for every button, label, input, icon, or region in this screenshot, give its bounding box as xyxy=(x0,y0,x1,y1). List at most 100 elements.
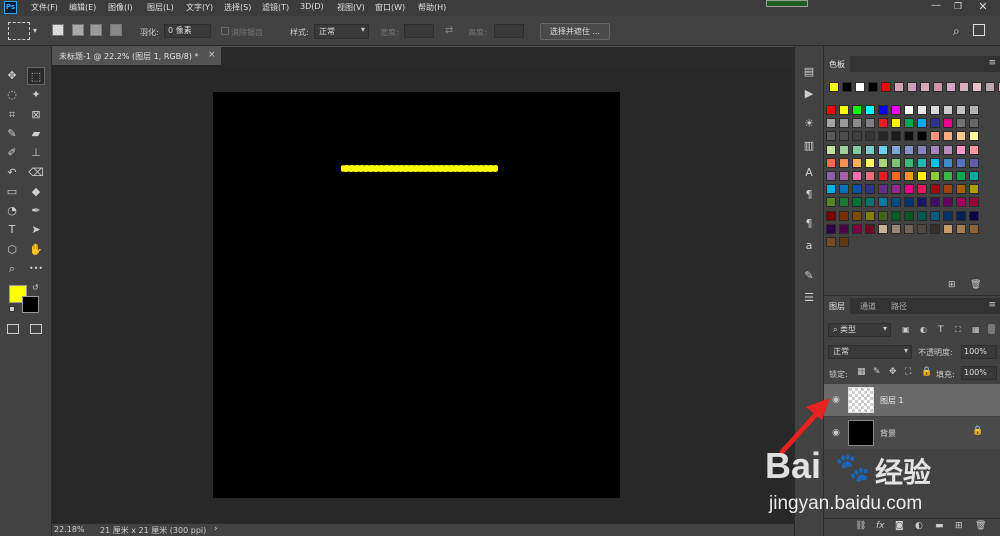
color-swatch[interactable] xyxy=(956,131,966,142)
menu-item[interactable]: 选择(S) xyxy=(224,2,251,13)
layer-filter-select[interactable]: ⌕ 类型 ▾ xyxy=(828,323,891,337)
recent-swatch[interactable] xyxy=(842,82,852,92)
close-tab-icon[interactable]: × xyxy=(208,50,216,60)
color-swatch[interactable] xyxy=(904,197,914,208)
antialias-checkbox[interactable] xyxy=(221,27,229,35)
shape-tool-icon[interactable]: ⬡ xyxy=(3,241,21,259)
color-swatch[interactable] xyxy=(969,144,979,155)
color-swatch[interactable] xyxy=(826,131,836,142)
search-icon[interactable]: ⌕ xyxy=(953,24,960,39)
color-swatch[interactable] xyxy=(956,197,966,208)
color-swatch[interactable] xyxy=(956,157,966,168)
tab-swatches[interactable]: 色板 xyxy=(824,56,850,72)
layer-row-layer1[interactable]: ◉ 图层 1 xyxy=(824,384,1000,416)
style-select[interactable]: 正常 ▾ xyxy=(314,24,369,39)
minimize-icon[interactable]: — xyxy=(930,1,942,13)
crop-tool-icon[interactable]: ⌗ xyxy=(3,106,21,124)
color-swatch[interactable] xyxy=(826,118,836,129)
color-swatch[interactable] xyxy=(865,157,875,168)
color-swatch[interactable] xyxy=(904,184,914,195)
menu-item[interactable]: 编辑(E) xyxy=(69,2,96,13)
color-swatch[interactable] xyxy=(917,105,927,115)
path-select-tool-icon[interactable]: ➤ xyxy=(27,221,45,239)
chevron-down-icon[interactable]: ▾ xyxy=(33,26,37,35)
color-swatch[interactable] xyxy=(904,171,914,181)
move-tool-icon[interactable]: ✥ xyxy=(3,67,21,85)
color-swatch[interactable] xyxy=(826,171,836,181)
recent-swatch[interactable] xyxy=(972,82,982,92)
color-swatch[interactable] xyxy=(891,144,901,155)
color-swatch[interactable] xyxy=(917,131,927,142)
color-swatch[interactable] xyxy=(852,131,862,142)
color-swatch[interactable] xyxy=(852,171,862,181)
color-swatch[interactable] xyxy=(956,223,966,234)
color-swatch[interactable] xyxy=(826,223,836,234)
color-swatch[interactable] xyxy=(930,184,940,195)
zoom-level[interactable]: 22.18% xyxy=(54,525,85,534)
swap-colors-icon[interactable]: ↺ xyxy=(32,283,39,292)
color-swatch[interactable] xyxy=(826,210,836,221)
color-swatch[interactable] xyxy=(956,210,966,221)
color-swatch[interactable] xyxy=(969,171,979,181)
adjustment-filter-icon[interactable]: ◐ xyxy=(920,325,927,334)
color-swatch[interactable] xyxy=(839,157,849,168)
blend-mode-select[interactable]: 正常 ▾ xyxy=(828,345,912,359)
color-swatch[interactable] xyxy=(878,144,888,155)
color-swatch[interactable] xyxy=(917,184,927,195)
color-swatch[interactable] xyxy=(891,171,901,181)
color-swatch[interactable] xyxy=(865,184,875,195)
color-swatch[interactable] xyxy=(839,105,849,115)
character-icon[interactable]: A xyxy=(801,165,817,181)
color-swatch[interactable] xyxy=(930,144,940,155)
close-icon[interactable]: ✕ xyxy=(976,0,990,14)
color-swatch[interactable] xyxy=(826,105,836,115)
color-swatch[interactable] xyxy=(930,210,940,221)
eraser-tool-icon[interactable]: ⌫ xyxy=(27,164,45,182)
zoom-tool-icon[interactable]: ⌕ xyxy=(3,260,21,278)
color-swatch[interactable] xyxy=(852,118,862,129)
color-swatch[interactable] xyxy=(956,118,966,129)
color-swatch[interactable] xyxy=(956,171,966,181)
color-swatch[interactable] xyxy=(917,210,927,221)
color-swatch[interactable] xyxy=(969,223,979,234)
restore-icon[interactable]: ❐ xyxy=(952,1,964,13)
color-swatch[interactable] xyxy=(943,171,953,181)
filter-toggle[interactable] xyxy=(988,324,995,334)
recent-swatch[interactable] xyxy=(959,82,969,92)
color-swatch[interactable] xyxy=(878,184,888,195)
default-colors-icon[interactable] xyxy=(9,306,15,312)
menu-item[interactable]: 滤镜(T) xyxy=(262,2,289,13)
color-swatch[interactable] xyxy=(839,237,849,247)
healing-brush-tool-icon[interactable]: ▰ xyxy=(27,125,45,143)
color-swatch[interactable] xyxy=(904,105,914,115)
color-swatch[interactable] xyxy=(826,197,836,208)
color-swatch[interactable] xyxy=(969,210,979,221)
subtract-selection-icon[interactable] xyxy=(90,24,102,36)
paragraph-icon[interactable]: ¶ xyxy=(801,187,817,203)
color-swatch[interactable] xyxy=(956,184,966,195)
type-filter-icon[interactable]: T xyxy=(938,325,944,335)
color-swatch[interactable] xyxy=(891,197,901,208)
recent-swatch[interactable] xyxy=(894,82,904,92)
paragraph-styles-icon[interactable]: ¶ xyxy=(801,216,817,232)
color-swatch[interactable] xyxy=(930,171,940,181)
color-swatch[interactable] xyxy=(839,197,849,208)
color-swatch[interactable] xyxy=(852,184,862,195)
panel-menu-icon[interactable]: ≡ xyxy=(988,58,996,68)
color-swatch[interactable] xyxy=(839,144,849,155)
color-swatch[interactable] xyxy=(865,210,875,221)
color-swatch[interactable] xyxy=(891,131,901,142)
recent-swatch[interactable] xyxy=(933,82,943,92)
color-swatch[interactable] xyxy=(865,223,875,234)
color-swatch[interactable] xyxy=(956,105,966,115)
color-swatch[interactable] xyxy=(930,157,940,168)
color-swatch[interactable] xyxy=(904,144,914,155)
menu-item[interactable]: 帮助(H) xyxy=(418,2,446,13)
color-swatch[interactable] xyxy=(852,157,862,168)
type-tool-icon[interactable]: T xyxy=(3,221,21,239)
color-swatch[interactable] xyxy=(969,197,979,208)
color-swatch[interactable] xyxy=(904,157,914,168)
color-swatch[interactable] xyxy=(839,210,849,221)
color-swatch[interactable] xyxy=(891,184,901,195)
color-swatch[interactable] xyxy=(878,223,888,234)
